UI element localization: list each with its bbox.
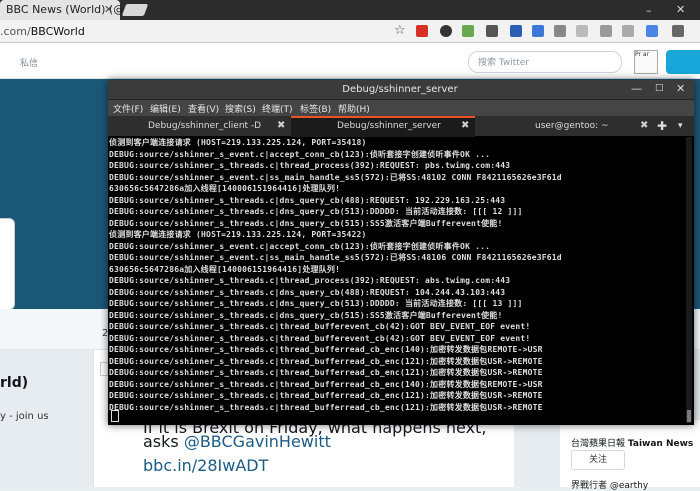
tab-close-icon[interactable]: ✖ (277, 120, 285, 131)
browser-minimize-icon[interactable]: – (646, 4, 652, 17)
terminal-line: DEBUG:source/sshinner_s_threads.c|thread… (109, 161, 511, 170)
terminal-line: DEBUG:source/sshinner_s_threads.c|dns_qu… (109, 287, 506, 297)
terminal-line: DEBUG:source/sshinner_s_threads.c|dns_qu… (109, 195, 506, 205)
terminal-line: DEBUG:source/sshinner_s_threads.c|dns_qu… (109, 218, 503, 228)
extension-icon[interactable] (440, 25, 452, 37)
terminal-tab-label: Debug/sshinner_client -D (148, 121, 262, 131)
terminal-line: DEBUG:source/sshinner_s_threads.c|thread… (109, 345, 543, 354)
terminal-line: DEBUG:source/sshinner_s_threads.c|thread… (109, 368, 543, 377)
terminal-line: DEBUG:source/sshinner_s_threads.c|thread… (109, 322, 531, 331)
terminal-line: DEBUG:source/sshinner_s_threads.c|thread… (109, 356, 543, 366)
tab-menu-icon[interactable]: ▾ (678, 121, 683, 131)
terminal-line: DEBUG:source/sshinner_s_threads.c|thread… (109, 379, 543, 389)
terminal-line: DEBUG:source/sshinner_s_threads.c|thread… (109, 402, 543, 412)
url-path: BBCWorld (30, 25, 85, 38)
suggested-account-en: Taiwan News (627, 439, 694, 449)
close-icon[interactable]: ✕ (676, 82, 685, 95)
extension-icon[interactable] (554, 25, 566, 37)
browser-close-icon[interactable]: ✕ (676, 3, 685, 16)
terminal-line: DEBUG:source/sshinner_s_threads.c|dns_qu… (109, 299, 523, 308)
avatar[interactable]: Pr ar (634, 50, 658, 74)
suggested-account-2[interactable]: 界戰行者 @earthy (571, 478, 648, 491)
extension-icon[interactable] (646, 25, 658, 37)
extension-icon[interactable] (532, 25, 544, 37)
tweet-text-line2: asks @BBCGavinHewitt (143, 432, 331, 451)
terminal-title: Debug/sshinner_server (342, 84, 458, 95)
url-prefix: .com/ (0, 25, 31, 38)
menu-help[interactable]: 帮助(H) (338, 102, 370, 115)
tweet-button[interactable] (666, 50, 700, 74)
terminal-line: DEBUG:source/sshinner_s_event.c|ss_main_… (109, 253, 562, 262)
terminal-line: DEBUG:source/sshinner_s_event.c|accept_c… (109, 241, 491, 251)
terminal-line: 侦测到客户端连接请求 (HOST=219.133.225.124, PORT=3… (109, 230, 367, 239)
menu-file[interactable]: 文件(F) (113, 102, 143, 115)
terminal-line: 630656c5647286a加入线程[140006151964416]处理队列… (109, 264, 341, 274)
terminal-cursor (111, 410, 119, 422)
terminal-scrollbar[interactable] (686, 137, 692, 423)
terminal-line: DEBUG:source/sshinner_s_event.c|ss_main_… (109, 172, 562, 182)
new-tab-icon[interactable]: ✚ (657, 119, 667, 133)
menu-edit[interactable]: 编辑(E) (150, 102, 181, 115)
terminal-line: DEBUG:source/sshinner_s_event.c|accept_c… (109, 149, 491, 159)
maximize-icon[interactable]: □ (655, 83, 664, 93)
profile-avatar-card (0, 218, 15, 310)
terminal-line: DEBUG:source/sshinner_s_threads.c|thread… (109, 391, 543, 400)
menu-view[interactable]: 查看(V) (188, 102, 219, 115)
menu-terminal[interactable]: 终端(T) (262, 102, 293, 115)
bookmark-star-icon[interactable]: ☆ (394, 23, 406, 38)
terminal-line: DEBUG:source/sshinner_s_threads.c|dns_qu… (109, 310, 503, 320)
profile-bio: y - join us (0, 411, 49, 422)
address-bar[interactable]: .com/BBCWorld (0, 25, 85, 38)
terminal-line: 侦测到客户端连接请求 (HOST=219.133.225.124, PORT=3… (109, 138, 367, 147)
browser-toolbar (0, 20, 700, 43)
extension-icon[interactable] (576, 25, 588, 37)
extension-icon[interactable] (510, 25, 522, 37)
extension-icon[interactable] (600, 25, 612, 37)
terminal-tab-label: Debug/sshinner_server (337, 121, 441, 131)
tab-close-icon[interactable]: ✖ (640, 120, 648, 131)
terminal-line: DEBUG:source/sshinner_s_threads.c|thread… (109, 333, 531, 343)
terminal-line: DEBUG:source/sshinner_s_threads.c|dns_qu… (109, 207, 523, 216)
menu-tabs[interactable]: 标签(B) (300, 102, 331, 115)
menu-search[interactable]: 搜索(S) (225, 102, 256, 115)
profile-name: rld) (0, 375, 29, 391)
search-placeholder: 搜索 Twitter (478, 58, 530, 68)
tab-close-icon[interactable]: ✖ (461, 120, 469, 131)
tweet-mention-link[interactable]: @BBCGavinHewitt (184, 432, 331, 451)
new-tab-button[interactable] (121, 4, 149, 16)
terminal-output[interactable]: 侦测到客户端连接请求 (HOST=219.133.225.124, PORT=3… (109, 137, 685, 423)
suggested-account[interactable]: 台灣蘋果日報 Taiwan News (571, 436, 693, 449)
browser-tab-close-icon[interactable]: ✕ (104, 3, 113, 16)
tweet-link[interactable]: bbc.in/28IwADT (143, 456, 268, 475)
suggested-account-name: 台灣蘋果日報 (571, 439, 626, 449)
extension-icon[interactable] (486, 25, 498, 37)
extension-icon[interactable] (622, 25, 634, 37)
extension-icon[interactable] (416, 25, 428, 37)
extension-icon[interactable] (462, 25, 474, 37)
terminal-line: 630656c5647286a加入线程[140006151964416]处理队列… (109, 184, 341, 193)
minimize-icon[interactable]: — (631, 82, 642, 95)
terminal-tab-label: user@gentoo: ~ (535, 121, 609, 131)
follow-button[interactable]: 关注 (571, 450, 625, 470)
menu-icon[interactable] (672, 25, 684, 37)
terminal-line: DEBUG:source/sshinner_s_threads.c|thread… (109, 276, 511, 285)
tweet-text-prefix: asks (143, 432, 184, 451)
messages-link[interactable]: 私信 (20, 56, 38, 69)
scrollbar-thumb[interactable] (687, 410, 691, 422)
